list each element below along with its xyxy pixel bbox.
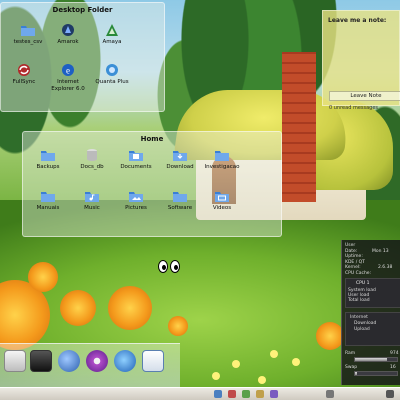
fullsync-icon xyxy=(18,64,30,76)
home-item-label: Investigacao xyxy=(204,164,240,170)
text-editor-icon[interactable] xyxy=(142,350,164,372)
desktop-item-fullsync[interactable]: FullSync xyxy=(1,63,47,86)
note-title: Leave me a note: xyxy=(328,17,387,24)
orange-flower xyxy=(60,290,96,326)
folder-icon xyxy=(215,151,229,161)
sysmon-swap-label: Swap xyxy=(345,365,358,370)
unread-messages-status: 0 unread messages xyxy=(329,105,379,111)
quanta-icon xyxy=(106,64,118,76)
tray-icon[interactable] xyxy=(214,390,222,398)
home-folder-title: Home xyxy=(140,135,164,143)
home-item-label: Docs_db xyxy=(80,164,104,170)
download-folder-icon xyxy=(173,151,187,161)
desktop-item-amaya[interactable]: Amaya xyxy=(89,23,135,46)
thunderbird-icon[interactable] xyxy=(58,350,80,372)
sysmon-date-value: Mon 13 xyxy=(372,248,389,254)
network-graph: Internet Download Upload xyxy=(345,312,400,346)
desktop-item-label: testes_csv xyxy=(13,39,43,45)
tray-icon[interactable] xyxy=(326,390,334,398)
desktop-item-label: Quanta Plus xyxy=(95,79,129,85)
sysmon-cpu-label: CPU 1 xyxy=(356,281,370,286)
orange-flower xyxy=(108,286,152,330)
home-item-software[interactable]: Software xyxy=(157,189,203,212)
home-item-manuais[interactable]: Manuais xyxy=(25,189,71,212)
home-item-documents[interactable]: Documents xyxy=(113,148,159,171)
tray-icon[interactable] xyxy=(256,390,264,398)
home-item-label: Manuais xyxy=(36,205,60,211)
home-item-videos[interactable]: Videos xyxy=(199,189,245,212)
home-item-docs-db[interactable]: Docs_db xyxy=(69,148,115,171)
folder-icon xyxy=(21,26,35,36)
desktop-folder-widget[interactable]: Desktop Folder testes_csv Amarok Amaya F… xyxy=(0,2,165,112)
orange-flower xyxy=(28,262,58,292)
desktop-item-amarok[interactable]: Amarok xyxy=(45,23,91,46)
cpu-graph: CPU 1 System load User load Total load xyxy=(345,278,400,308)
folder-icon xyxy=(41,192,55,202)
swap-usage-fill xyxy=(355,372,358,375)
database-folder-icon xyxy=(87,149,97,161)
sysmon-ram-value: 974 xyxy=(390,351,399,356)
tray-icon[interactable] xyxy=(228,390,236,398)
system-monitor-widget: User Date: Mon 13 Uptime: KDE / QT Kerne… xyxy=(341,240,400,385)
note-widget[interactable]: Leave me a note: Leave Note 0 unread mes… xyxy=(322,10,400,111)
desktop-item-label: FullSync xyxy=(12,79,36,85)
svg-text:e: e xyxy=(66,66,70,76)
home-item-label: Software xyxy=(167,205,193,211)
home-item-label: Music xyxy=(84,205,100,211)
desktop-item-label: Internet Explorer 6.0 xyxy=(51,79,85,92)
folder-icon xyxy=(41,151,55,161)
home-folder-widget[interactable]: Home Backups Docs_db Documents Download … xyxy=(22,131,282,237)
music-folder-icon xyxy=(85,192,99,202)
pictures-folder-icon xyxy=(129,192,143,202)
leave-note-button[interactable]: Leave Note xyxy=(329,91,400,101)
home-item-music[interactable]: Music xyxy=(69,189,115,212)
documents-folder-icon xyxy=(129,151,143,161)
desktop-item-internet-explorer[interactable]: e Internet Explorer 6.0 xyxy=(45,63,91,92)
sysmon-swap-value: 16 xyxy=(390,365,396,370)
sysmon-download-label: Download xyxy=(354,321,377,326)
desktop-item-label: Amarok xyxy=(57,39,79,45)
amarok-icon xyxy=(62,24,74,36)
home-item-label: Download xyxy=(166,164,194,170)
home-item-label: Pictures xyxy=(125,205,147,211)
terminal-icon[interactable] xyxy=(30,350,52,372)
home-item-download[interactable]: Download xyxy=(157,148,203,171)
ram-usage-bar xyxy=(354,357,398,362)
desktop-folder-title: Desktop Folder xyxy=(52,6,113,14)
amaya-icon xyxy=(106,24,118,36)
tray-icon[interactable] xyxy=(386,390,394,398)
orange-flower xyxy=(168,316,188,336)
tray-icon[interactable] xyxy=(242,390,250,398)
home-item-label: Backups xyxy=(36,164,60,170)
desktop-item-label: Amaya xyxy=(102,39,122,45)
sysmon-internet-label: Internet xyxy=(350,315,368,320)
orange-flower xyxy=(316,322,344,350)
windows-icon[interactable] xyxy=(4,350,26,372)
home-item-backups[interactable]: Backups xyxy=(25,148,71,171)
sysmon-cpu-cache-label: CPU Cache: xyxy=(345,270,372,276)
media-player-icon[interactable] xyxy=(86,350,108,372)
sysmon-ram-label: Ram xyxy=(345,351,356,356)
dock-bar xyxy=(0,343,180,387)
browser-icon[interactable] xyxy=(114,350,136,372)
videos-folder-icon xyxy=(215,192,229,202)
home-item-label: Documents xyxy=(120,164,152,170)
ram-usage-fill xyxy=(355,358,387,361)
swap-usage-bar xyxy=(354,371,398,376)
folder-icon xyxy=(173,192,187,202)
home-item-label: Videos xyxy=(212,205,232,211)
eyes-widget xyxy=(158,260,180,273)
sysmon-kernel-value: 2.6.38 xyxy=(378,265,393,270)
sysmon-total-load-label: Total load xyxy=(348,298,370,303)
desktop-item-quanta-plus[interactable]: Quanta Plus xyxy=(89,63,135,86)
home-item-investigacao[interactable]: Investigacao xyxy=(199,148,245,171)
home-item-pictures[interactable]: Pictures xyxy=(113,189,159,212)
sysmon-upload-label: Upload xyxy=(354,327,370,332)
bottom-panel xyxy=(0,387,400,400)
ie-icon: e xyxy=(62,64,74,76)
tray-icon[interactable] xyxy=(270,390,278,398)
